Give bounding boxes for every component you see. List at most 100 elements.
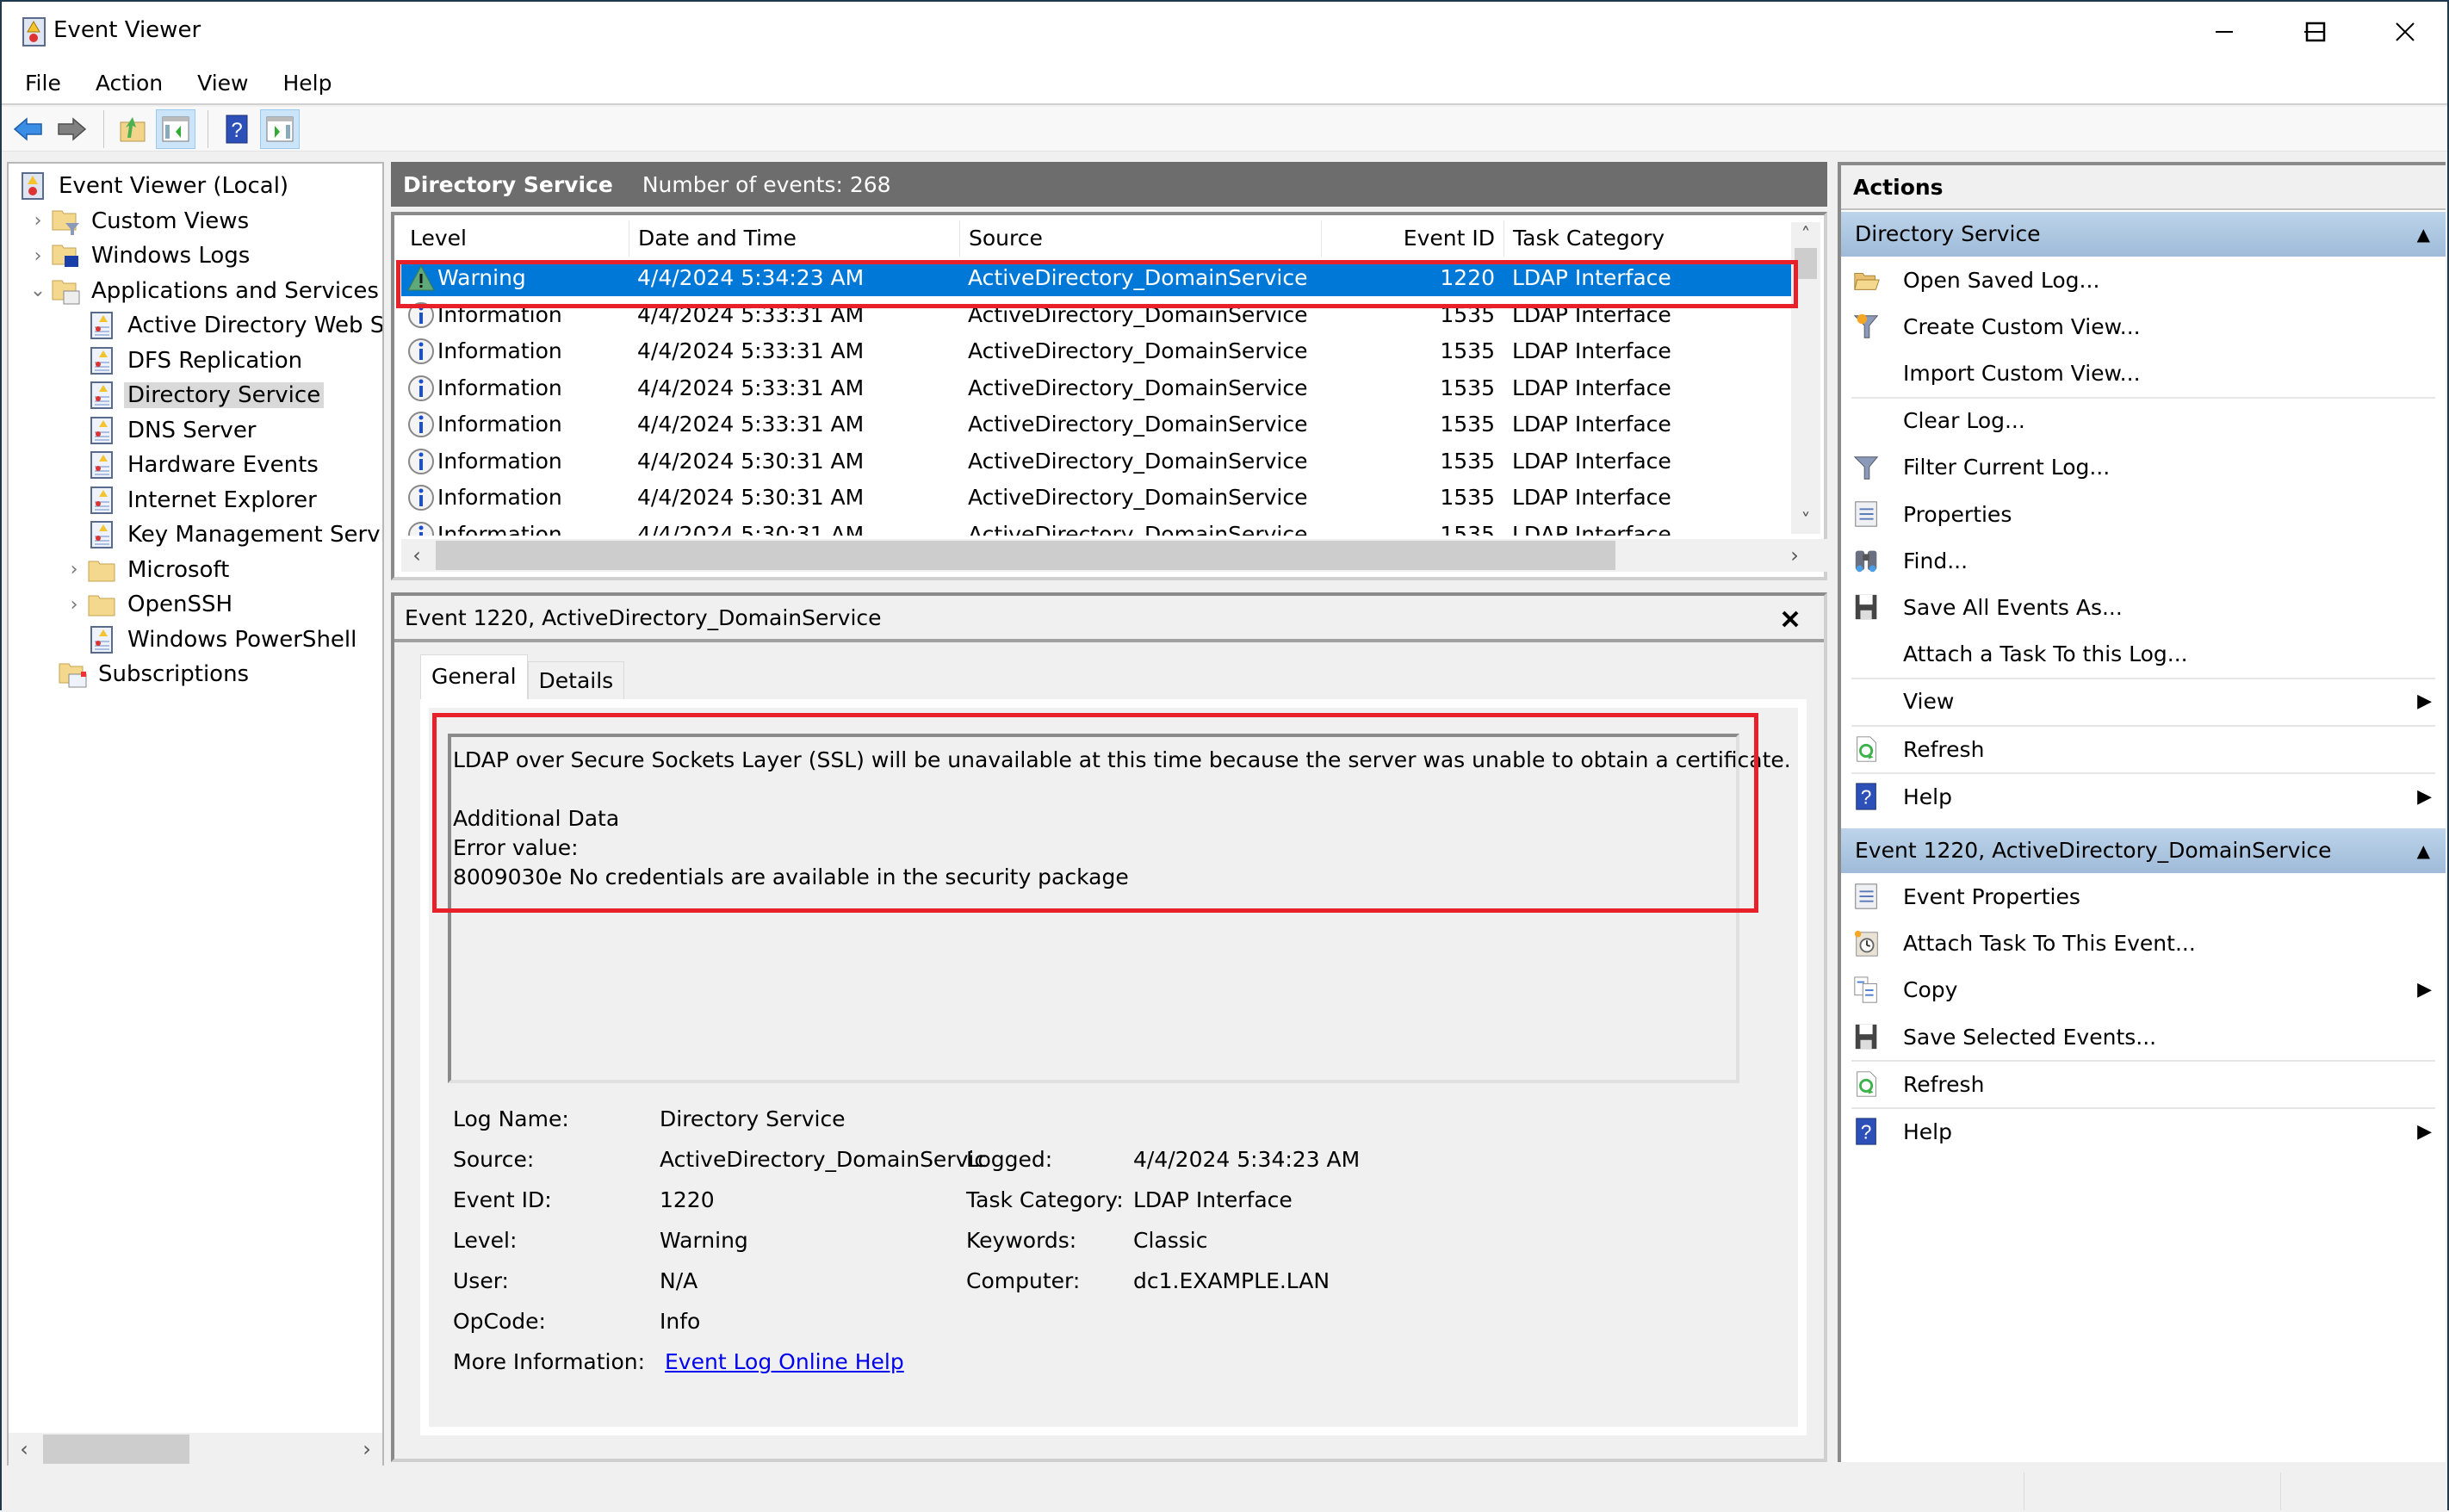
column-date-time[interactable]: Date and Time (629, 220, 959, 257)
menu-action[interactable]: Action (83, 71, 176, 96)
information-icon (408, 448, 434, 474)
action-item[interactable]: Event Properties (1841, 875, 2446, 918)
actions-section-header[interactable]: Directory Service ▲ (1841, 212, 2446, 257)
chevron-down-icon[interactable]: ⌄ (26, 280, 50, 301)
scroll-thumb[interactable] (436, 541, 1615, 570)
chevron-right-icon[interactable]: › (26, 245, 50, 267)
column-level[interactable]: Level (401, 220, 629, 257)
event-message[interactable]: LDAP over Secure Sockets Layer (SSL) wil… (448, 734, 1791, 1083)
action-item[interactable]: Find... (1841, 539, 2446, 582)
chevron-right-icon[interactable]: › (62, 559, 86, 580)
action-item[interactable]: Filter Current Log... (1841, 446, 2446, 489)
up-one-level-button[interactable] (113, 109, 152, 149)
action-item[interactable]: Open Saved Log... (1841, 258, 2446, 301)
tree-item[interactable]: Directory Service (62, 378, 325, 412)
event-log-online-help-link[interactable]: Event Log Online Help (665, 1347, 904, 1378)
scroll-left-arrow[interactable]: ‹ (401, 539, 432, 572)
tab-general[interactable]: General (420, 654, 528, 699)
table-row[interactable]: Information 4/4/2024 5:33:31 AM ActiveDire… (401, 297, 1801, 333)
collapse-triangle-icon[interactable]: ▲ (2417, 828, 2430, 873)
forward-button[interactable] (52, 109, 91, 149)
action-item[interactable]: Refresh (1841, 1063, 2446, 1106)
scroll-right-arrow[interactable]: › (351, 1433, 382, 1466)
action-label: Save All Events As... (1903, 594, 2123, 620)
action-item[interactable]: Save Selected Events... (1841, 1015, 2446, 1058)
tree-item[interactable]: ⌄ Applications and Services Logs (26, 274, 382, 308)
tree-item[interactable]: DFS Replication (62, 344, 306, 378)
table-row[interactable]: Information 4/4/2024 5:33:31 AM ActiveDire… (401, 370, 1801, 406)
tab-details[interactable]: Details (527, 661, 625, 699)
chevron-right-icon[interactable]: › (62, 594, 86, 616)
scroll-down-arrow[interactable]: ˅ (1791, 508, 1820, 534)
maximize-icon (2305, 22, 2326, 42)
tree-item-label: Event Viewer (Local) (59, 173, 289, 199)
menu-view[interactable]: View (184, 71, 261, 96)
column-task-category[interactable]: Task Category (1504, 220, 1762, 257)
scroll-left-arrow[interactable]: ‹ (9, 1433, 40, 1466)
menu-file[interactable]: File (12, 71, 74, 96)
close-window-button[interactable] (2359, 2, 2449, 62)
table-row[interactable]: Information 4/4/2024 5:30:31 AM ActiveDire… (401, 480, 1801, 516)
action-item[interactable]: ? Help ▶ (1841, 1110, 2446, 1153)
tree-item[interactable]: Internet Explorer (62, 483, 320, 517)
table-row[interactable]: Information 4/4/2024 5:33:31 AM ActiveDire… (401, 333, 1801, 369)
tree-item[interactable]: › Custom Views (26, 204, 252, 239)
close-detail-button[interactable] (1776, 604, 1805, 634)
table-vertical-scrollbar[interactable]: ˄ ˅ (1791, 222, 1820, 534)
actions-section-header[interactable]: Event 1220, ActiveDirectory_DomainServic… (1841, 828, 2446, 874)
show-hide-console-tree-button[interactable] (156, 108, 195, 149)
table-row[interactable]: Warning 4/4/2024 5:34:23 AM ActiveDirector… (401, 260, 1801, 296)
collapse-triangle-icon[interactable]: ▲ (2417, 212, 2430, 257)
column-source[interactable]: Source (959, 220, 1321, 257)
field-value: Classic (1133, 1228, 1208, 1253)
show-hide-action-pane-button[interactable] (260, 108, 300, 149)
tree-item[interactable]: Hardware Events (62, 448, 322, 482)
action-item[interactable]: Properties (1841, 493, 2446, 536)
action-item[interactable]: Import Custom View... (1841, 351, 2446, 394)
tree-item[interactable]: › Microsoft (62, 553, 232, 587)
tree-item-label: DFS Replication (127, 347, 303, 374)
tree-item[interactable]: › OpenSSH (62, 587, 236, 622)
action-item[interactable]: ? Help ▶ (1841, 775, 2446, 818)
tree-item[interactable]: › Windows Logs (26, 239, 253, 273)
tree-item[interactable]: Windows PowerShell (62, 623, 360, 657)
cell-source: ActiveDirectory_DomainService (968, 448, 1308, 474)
help-button[interactable]: ? (217, 109, 257, 149)
back-button[interactable] (9, 109, 48, 149)
table-row[interactable]: Information 4/4/2024 5:33:31 AM ActiveDire… (401, 406, 1801, 443)
action-item[interactable]: Clear Log... (1841, 400, 2446, 443)
refresh-icon (1850, 732, 1884, 766)
back-arrow-icon (13, 116, 42, 141)
scroll-thumb[interactable] (1795, 248, 1817, 279)
menu-help[interactable]: Help (270, 71, 344, 96)
action-item[interactable]: Create Custom View... (1841, 305, 2446, 348)
tree-item[interactable]: Key Management Service (62, 517, 382, 552)
column-event-id[interactable]: Event ID (1321, 220, 1504, 257)
table-row[interactable]: Information 4/4/2024 5:30:31 AM ActiveDire… (401, 443, 1801, 480)
action-item[interactable]: Copy ▶ (1841, 969, 2446, 1012)
action-item[interactable]: Attach a Task To this Log... (1841, 633, 2446, 676)
maximize-button[interactable] (2270, 2, 2361, 62)
tree-item[interactable]: Event Viewer (Local) (17, 169, 292, 203)
tree-horizontal-scrollbar[interactable]: ‹ › (9, 1433, 382, 1466)
scroll-thumb[interactable] (43, 1435, 189, 1464)
action-separator (1851, 1060, 2435, 1063)
action-item[interactable]: View ▶ (1841, 680, 2446, 723)
action-item[interactable]: Refresh (1841, 728, 2446, 771)
information-icon (408, 412, 434, 437)
action-item[interactable]: Save All Events As... (1841, 586, 2446, 629)
cell-task-category: LDAP Interface (1512, 338, 1671, 363)
tree-item[interactable]: DNS Server (62, 413, 260, 448)
tree-item[interactable]: Subscriptions (33, 657, 252, 691)
table-horizontal-scrollbar[interactable]: ‹ › (401, 539, 1831, 572)
tree-item-label: Microsoft (127, 556, 230, 583)
table-row[interactable]: Information 4/4/2024 5:30:31 AM ActiveDire… (401, 517, 1801, 536)
minimize-button[interactable] (2179, 2, 2270, 62)
action-item[interactable]: Attach Task To This Event... (1841, 922, 2446, 965)
scroll-right-arrow[interactable]: › (1779, 539, 1810, 572)
tree-item[interactable]: Active Directory Web Services (62, 308, 382, 343)
field-value: Info (660, 1309, 701, 1334)
action-label: Help (1903, 1119, 1952, 1144)
chevron-right-icon[interactable]: › (26, 210, 50, 232)
scroll-up-arrow[interactable]: ˄ (1791, 222, 1820, 248)
